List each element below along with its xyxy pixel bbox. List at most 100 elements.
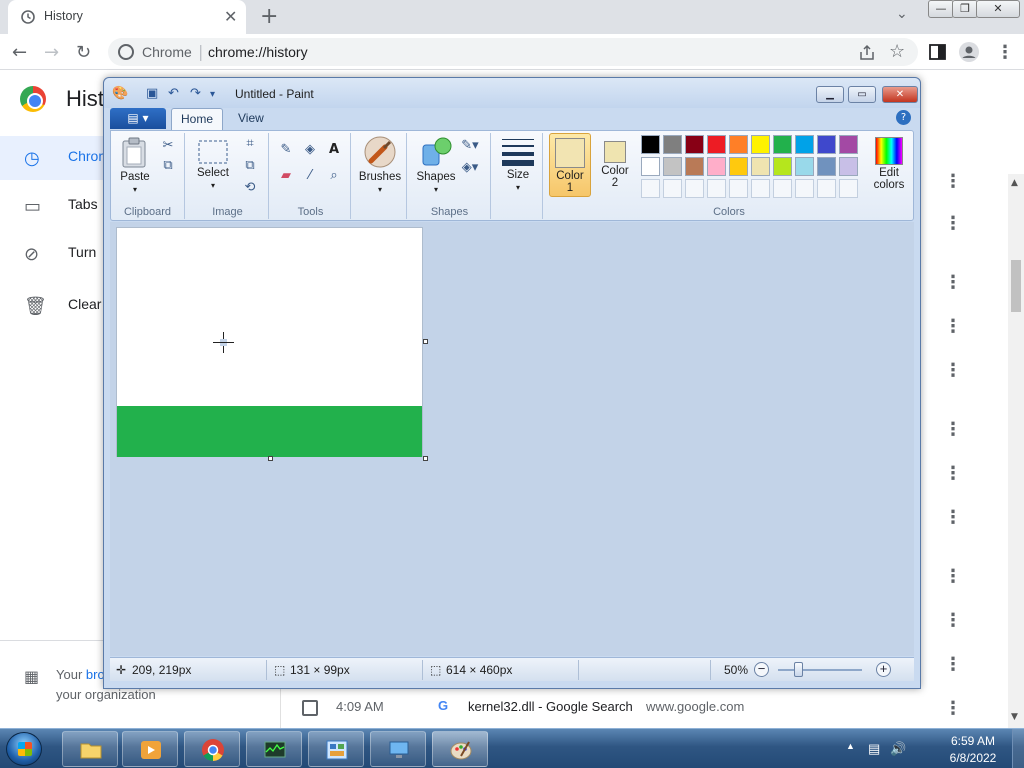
drawing-canvas[interactable] [116, 227, 423, 457]
row-menu-icon[interactable]: ⋮ [944, 566, 962, 587]
address-bar[interactable]: Chrome | chrome://history [108, 38, 918, 66]
paint-minimize-button[interactable]: ▁ [816, 86, 844, 103]
paint-menu-button[interactable]: ▤ ▾ [110, 108, 166, 129]
zoom-out-button[interactable]: − [754, 662, 769, 677]
show-desktop-button[interactable] [1012, 729, 1024, 768]
tab-history[interactable]: History ✕ [8, 0, 246, 34]
paint-window[interactable]: 🎨 ▣ ↶ ↷ ▾ Untitled - Paint ▁ ▭ ✕ ▤ ▾ Hom… [103, 77, 921, 689]
outline-icon[interactable]: ✎▾ [461, 137, 479, 155]
save-icon[interactable]: ▣ [146, 86, 158, 101]
pencil-icon[interactable]: ✎ [277, 141, 295, 159]
palette-empty-slot[interactable] [729, 179, 748, 198]
bookmark-star-icon[interactable]: ☆ [889, 41, 905, 62]
edit-colors-button[interactable]: Edit colors [867, 133, 911, 191]
sidebar-item-chrome-history[interactable]: ◷ Chrom [0, 136, 110, 180]
resize-handle-right[interactable] [423, 339, 428, 344]
scroll-up-icon[interactable]: ▲ [1011, 178, 1018, 188]
fill-icon[interactable]: ◈ [301, 141, 319, 159]
undo-icon[interactable]: ↶ [168, 86, 179, 101]
copy-icon[interactable]: ⧉ [159, 157, 177, 175]
zoom-slider-thumb[interactable] [794, 662, 803, 677]
row-checkbox[interactable] [302, 700, 318, 716]
url-text[interactable]: chrome://history [208, 44, 308, 60]
window-minimize-button[interactable]: — [928, 0, 954, 18]
palette-empty-slot[interactable] [751, 179, 770, 198]
taskbar-remote-desktop[interactable] [370, 731, 426, 767]
palette-empty-slot[interactable] [817, 179, 836, 198]
help-icon[interactable]: ? [896, 110, 911, 125]
paint-close-button[interactable]: ✕ [882, 86, 918, 103]
taskbar-explorer[interactable] [62, 731, 118, 767]
history-row[interactable]: 4:09 AM G kernel32.dll - Google Search w… [280, 690, 1008, 726]
palette-swatch[interactable] [685, 135, 704, 154]
back-icon[interactable]: ← [12, 42, 27, 63]
page-scrollbar[interactable]: ▲ ▼ [1008, 174, 1024, 728]
row-menu-icon[interactable]: ⋮ [944, 213, 962, 234]
tab-home[interactable]: Home [171, 108, 223, 131]
row-menu-icon[interactable]: ⋮ [944, 360, 962, 381]
crop-icon[interactable]: ⌗ [241, 135, 259, 153]
palette-swatch[interactable] [795, 157, 814, 176]
palette-swatch[interactable] [795, 135, 814, 154]
text-icon[interactable]: A [325, 141, 343, 159]
rotate-icon[interactable]: ⟲ [241, 179, 259, 197]
shape-fill-icon[interactable]: ◈▾ [461, 159, 479, 177]
taskbar-media-player[interactable] [122, 731, 178, 767]
palette-swatch[interactable] [729, 135, 748, 154]
brushes-button[interactable]: Brushes ▾ [357, 135, 403, 195]
taskbar-control-panel[interactable] [308, 731, 364, 767]
row-menu-icon[interactable]: ⋮ [944, 419, 962, 440]
palette-swatch[interactable] [839, 135, 858, 154]
palette-swatch[interactable] [663, 135, 682, 154]
palette-swatch[interactable] [729, 157, 748, 176]
scroll-down-icon[interactable]: ▼ [1011, 712, 1018, 722]
palette-empty-slot[interactable] [663, 179, 682, 198]
canvas-area[interactable] [110, 222, 914, 656]
zoom-in-button[interactable]: + [876, 662, 891, 677]
scrollbar-thumb[interactable] [1011, 260, 1021, 312]
resize-handle-bottom[interactable] [268, 456, 273, 461]
taskbar-chrome[interactable] [184, 731, 240, 767]
sidebar-item-clear[interactable]: 🗑 Clear [0, 284, 104, 328]
palette-swatch[interactable] [707, 157, 726, 176]
tray-expand-icon[interactable]: ▲ [846, 741, 855, 751]
reload-icon[interactable]: ↻ [76, 42, 91, 63]
palette-empty-slot[interactable] [641, 179, 660, 198]
palette-swatch[interactable] [641, 157, 660, 176]
shapes-button[interactable]: Shapes ▾ [413, 135, 459, 195]
paste-button[interactable]: Paste ▾ [117, 137, 153, 195]
clock-date[interactable]: 6/8/2022 [944, 751, 1002, 765]
taskbar-paint[interactable] [432, 731, 488, 767]
zoom-slider-track[interactable] [778, 669, 862, 671]
palette-empty-slot[interactable] [685, 179, 704, 198]
color2-button[interactable]: Color 2 [595, 133, 635, 197]
color-picker-icon[interactable]: ⁄ [301, 167, 319, 185]
new-tab-button[interactable]: + [260, 4, 278, 29]
window-close-button[interactable]: ✕ [976, 0, 1020, 18]
palette-empty-slot[interactable] [773, 179, 792, 198]
tab-search-icon[interactable]: ⌄ [896, 6, 908, 22]
sidebar-item-turn-on[interactable]: ⊘ Turn [0, 232, 104, 276]
customize-qat-icon[interactable]: ▾ [210, 89, 215, 100]
palette-empty-slot[interactable] [795, 179, 814, 198]
network-icon[interactable]: ▤ [868, 741, 880, 757]
color1-button[interactable]: Color 1 [549, 133, 591, 197]
row-menu-icon[interactable]: ⋮ [944, 507, 962, 528]
volume-icon[interactable]: 🔊 [890, 741, 906, 757]
profile-avatar-icon[interactable] [958, 41, 980, 63]
managed-link[interactable]: bro [86, 667, 105, 682]
row-menu-icon[interactable]: ⋮ [944, 171, 962, 192]
row-menu-icon[interactable]: ⋮ [944, 316, 962, 337]
forward-icon[interactable]: → [44, 42, 59, 63]
paint-title-bar[interactable]: 🎨 ▣ ↶ ↷ ▾ Untitled - Paint ▁ ▭ ✕ [104, 78, 920, 108]
row-menu-icon[interactable]: ⋮ [944, 654, 962, 675]
palette-swatch[interactable] [707, 135, 726, 154]
palette-swatch[interactable] [663, 157, 682, 176]
eraser-icon[interactable]: ▰ [277, 167, 295, 185]
palette-swatch[interactable] [641, 135, 660, 154]
tab-view[interactable]: View [238, 111, 264, 125]
share-icon[interactable] [858, 44, 876, 62]
cut-icon[interactable]: ✂ [159, 137, 177, 155]
palette-empty-slot[interactable] [707, 179, 726, 198]
sidebar-item-tabs[interactable]: ▭ Tabs [0, 184, 104, 228]
